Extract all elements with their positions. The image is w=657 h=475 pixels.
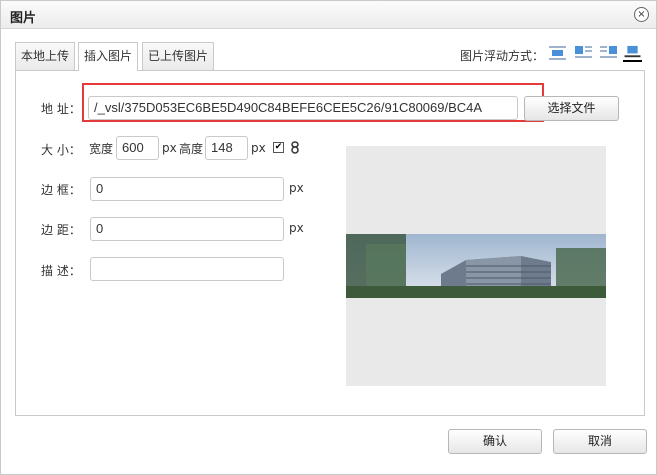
size-label: 大 小： [41,143,81,157]
float-mode-label: 图片浮动方式： [460,49,545,63]
description-label: 描 述： [41,264,81,278]
cancel-button[interactable]: 取消 [553,429,647,454]
float-right-icon[interactable] [599,45,618,61]
float-left-icon[interactable] [574,45,593,61]
float-center-icon[interactable] [623,45,642,62]
tab-insert-image[interactable]: 插入图片 [78,42,139,71]
close-icon[interactable]: × [634,7,649,22]
float-none-icon[interactable] [548,45,567,61]
lock-ratio-icon[interactable] [291,141,299,154]
address-label: 地 址： [41,102,81,116]
margin-label: 边 距： [41,223,81,237]
address-input[interactable]: /_vsl/375D053EC6BE5D490C84BEFE6CEE5C26/9… [88,96,518,120]
choose-file-button[interactable]: 选择文件 [524,96,619,121]
height-label: 高度 [179,142,204,156]
height-input[interactable]: 148 [205,136,248,160]
confirm-button[interactable]: 确认 [448,429,542,454]
image-preview [346,146,606,386]
lock-ratio-checkbox[interactable]: ✔ [273,142,284,153]
margin-unit: px [289,221,304,235]
height-unit: px [251,141,266,155]
border-label: 边 框： [41,183,81,197]
tab-uploaded-images[interactable]: 已上传图片 [142,42,215,70]
border-unit: px [289,181,304,195]
tab-local-upload[interactable]: 本地上传 [15,42,76,70]
border-input[interactable]: 0 [90,177,284,201]
image-dialog: 图片 × 本地上传 插入图片 已上传图片 图片浮动方式： 地 址： /_vsl/… [0,0,657,475]
width-input[interactable]: 600 [116,136,159,160]
width-unit: px [162,141,177,155]
dialog-title: 图片 [10,11,37,26]
dialog-titlebar: 图片 × [1,1,656,29]
width-label: 宽度 [89,142,114,156]
margin-input[interactable]: 0 [90,217,284,241]
description-input[interactable] [90,257,284,281]
building-photo [346,234,606,298]
